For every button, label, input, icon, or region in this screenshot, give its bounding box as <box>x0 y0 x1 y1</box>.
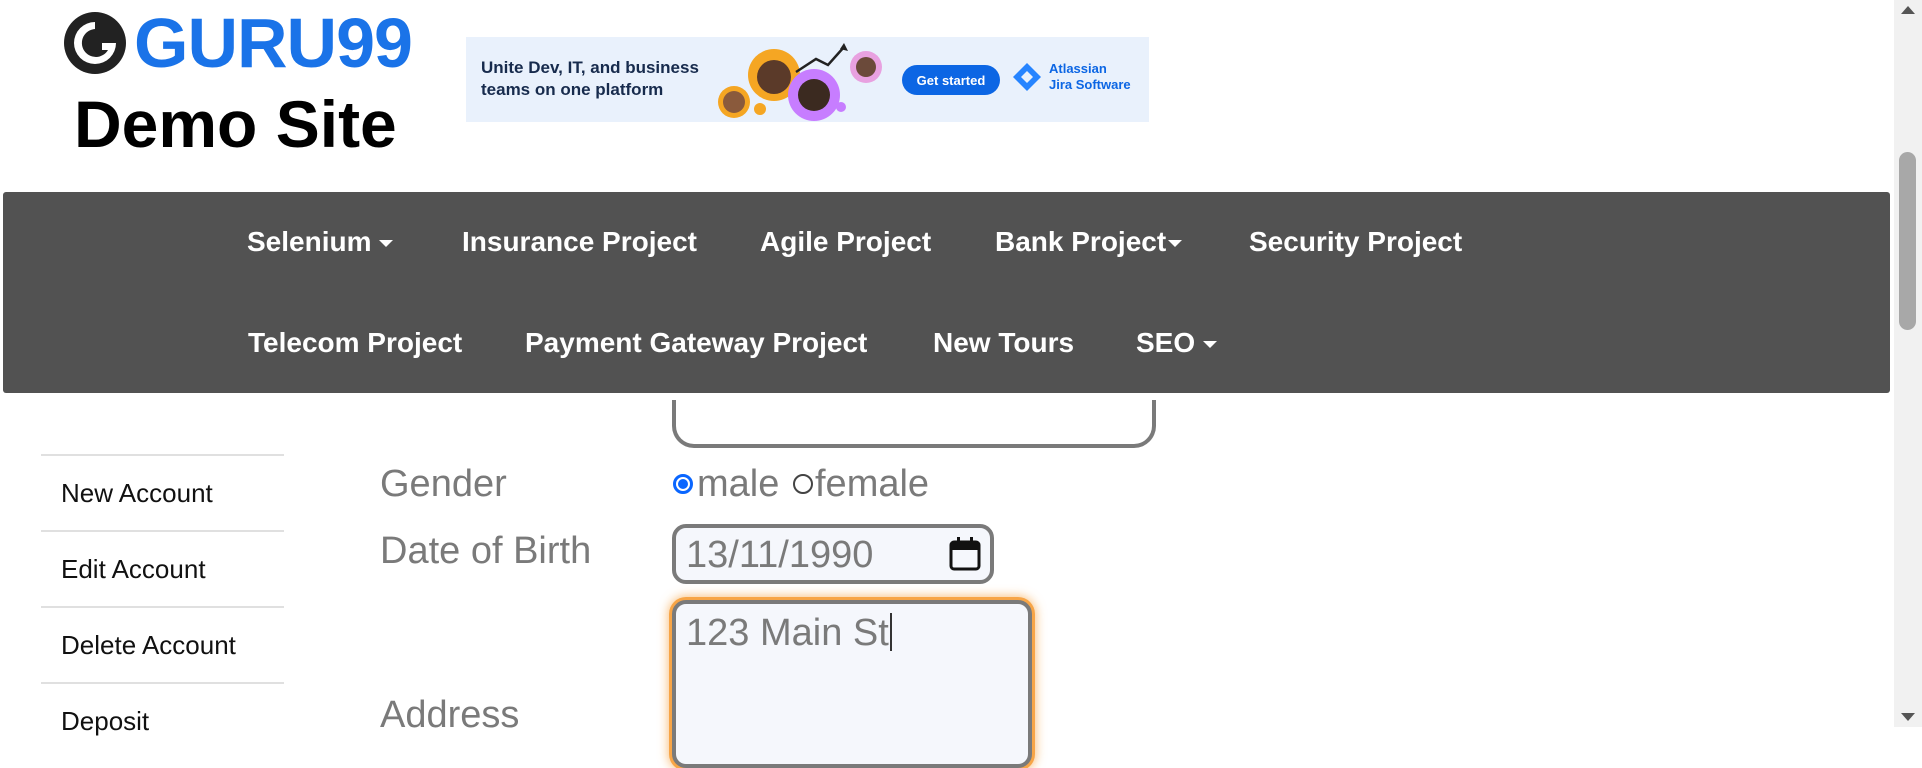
logo-wordmark: GURU99 <box>134 3 413 82</box>
address-label: Address <box>380 694 520 736</box>
sidebar-item-delete-account[interactable]: Delete Account <box>41 606 284 682</box>
account-sidebar: New Account Edit Account Delete Account … <box>41 454 284 758</box>
ad-brand-line1: Atlassian <box>1049 61 1107 76</box>
nav-agile-project[interactable]: Agile Project <box>760 226 931 258</box>
text-cursor <box>889 613 892 651</box>
scroll-up-arrow-icon[interactable] <box>1901 6 1915 14</box>
gender-female-radio[interactable] <box>793 474 813 494</box>
address-textarea[interactable]: 123 Main St <box>672 600 1032 768</box>
scroll-down-arrow-icon[interactable] <box>1901 713 1915 721</box>
jira-diamond-icon <box>1013 63 1041 91</box>
address-value: 123 Main St <box>686 612 889 654</box>
nav-insurance-project[interactable]: Insurance Project <box>462 226 697 258</box>
ad-brand-line2: Jira Software <box>1049 77 1131 92</box>
customer-name-field[interactable] <box>672 400 1156 448</box>
gender-male-radio[interactable] <box>673 474 693 494</box>
dob-input[interactable]: 13/11/1990 <box>672 524 994 584</box>
chevron-down-icon <box>1168 240 1183 248</box>
ad-people-illustration <box>718 43 882 121</box>
nav-bank-project[interactable]: Bank Project <box>995 226 1183 258</box>
nav-telecom-project[interactable]: Telecom Project <box>248 327 462 359</box>
scroll-thumb[interactable] <box>1899 152 1916 330</box>
nav-security-project[interactable]: Security Project <box>1249 226 1462 258</box>
calendar-icon[interactable] <box>948 536 982 572</box>
nav-seo[interactable]: SEO <box>1136 327 1218 359</box>
dob-value: 13/11/1990 <box>686 534 874 576</box>
chevron-down-icon <box>1203 341 1218 349</box>
chevron-down-icon <box>379 240 394 248</box>
ad-brand: Atlassian Jira Software <box>1011 61 1131 93</box>
guru99-logo-icon <box>64 11 126 74</box>
gender-label: Gender <box>380 463 507 505</box>
site-title: Demo Site <box>74 87 397 161</box>
nav-payment-gateway-project[interactable]: Payment Gateway Project <box>525 327 867 359</box>
nav-new-tours[interactable]: New Tours <box>933 327 1074 359</box>
ad-banner[interactable]: Unite Dev, IT, and business teams on one… <box>466 37 1149 122</box>
dob-label: Date of Birth <box>380 530 592 572</box>
gender-male-label: male <box>697 463 780 505</box>
page-scrollbar[interactable] <box>1894 0 1922 727</box>
gender-female-label: female <box>815 463 930 505</box>
main-navbar: Selenium Insurance Project Agile Project… <box>3 192 1890 393</box>
sidebar-item-deposit[interactable]: Deposit <box>41 682 284 758</box>
sidebar-item-new-account[interactable]: New Account <box>41 454 284 530</box>
ad-headline: Unite Dev, IT, and business teams on one… <box>481 58 699 99</box>
ad-get-started-button[interactable]: Get started <box>902 65 1000 95</box>
nav-selenium[interactable]: Selenium <box>247 226 394 258</box>
sidebar-item-edit-account[interactable]: Edit Account <box>41 530 284 606</box>
guru99-logo[interactable]: GURU99 <box>62 3 413 82</box>
